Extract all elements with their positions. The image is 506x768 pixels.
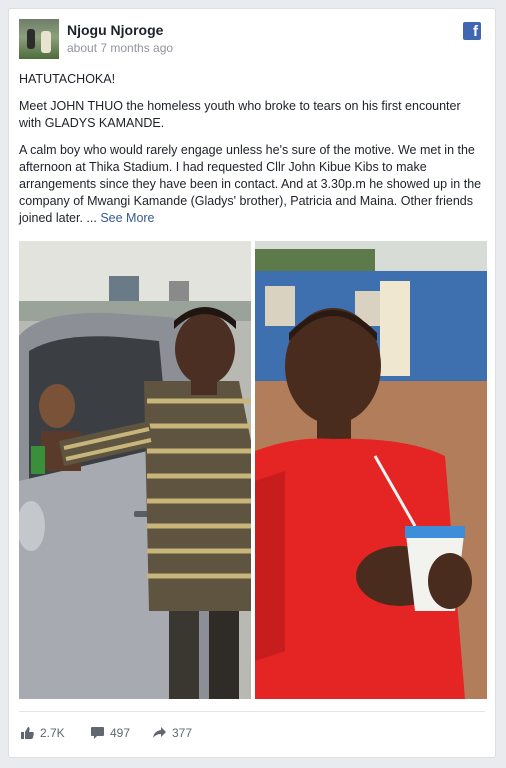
share-arrow-icon <box>153 727 166 739</box>
shares-count: 377 <box>172 726 193 740</box>
photo-boy-at-car-illustration <box>19 241 251 699</box>
author-avatar[interactable] <box>19 19 59 59</box>
author-name[interactable]: Njogu Njoroge <box>67 22 163 38</box>
post-timestamp[interactable]: about 7 months ago <box>67 41 173 55</box>
shares-count-button[interactable]: 377 <box>153 726 192 740</box>
post-header: Njogu Njoroge about 7 months ago f <box>19 19 485 61</box>
photo-boy-red-shirt[interactable] <box>255 241 487 699</box>
post-paragraph-intro: Meet JOHN THUO the homeless youth who br… <box>19 99 461 130</box>
comments-count: 497 <box>110 726 131 740</box>
post-card: Njogu Njoroge about 7 months ago f HATUT… <box>8 8 496 758</box>
thumbs-up-icon <box>21 727 34 739</box>
post-body: HATUTACHOKA! Meet JOHN THUO the homeless… <box>19 71 485 237</box>
comments-count-button[interactable]: 497 <box>91 726 130 740</box>
post-paragraph-story-text: A calm boy who would rarely engage unles… <box>19 143 482 225</box>
post-paragraph-headline: HATUTACHOKA! <box>19 72 116 86</box>
facebook-logo-icon[interactable]: f <box>463 22 481 40</box>
photo-boy-red-shirt-illustration <box>255 241 487 699</box>
comment-bubble-icon <box>91 727 104 739</box>
see-more-link[interactable]: See More <box>100 211 154 225</box>
post-paragraph-story: A calm boy who would rarely engage unles… <box>19 142 485 227</box>
photo-boy-at-car[interactable] <box>19 241 251 699</box>
likes-count: 2.7K <box>40 726 65 740</box>
likes-count-button[interactable]: 2.7K <box>21 726 65 740</box>
engagement-bar: 2.7K 497 377 <box>19 711 485 748</box>
